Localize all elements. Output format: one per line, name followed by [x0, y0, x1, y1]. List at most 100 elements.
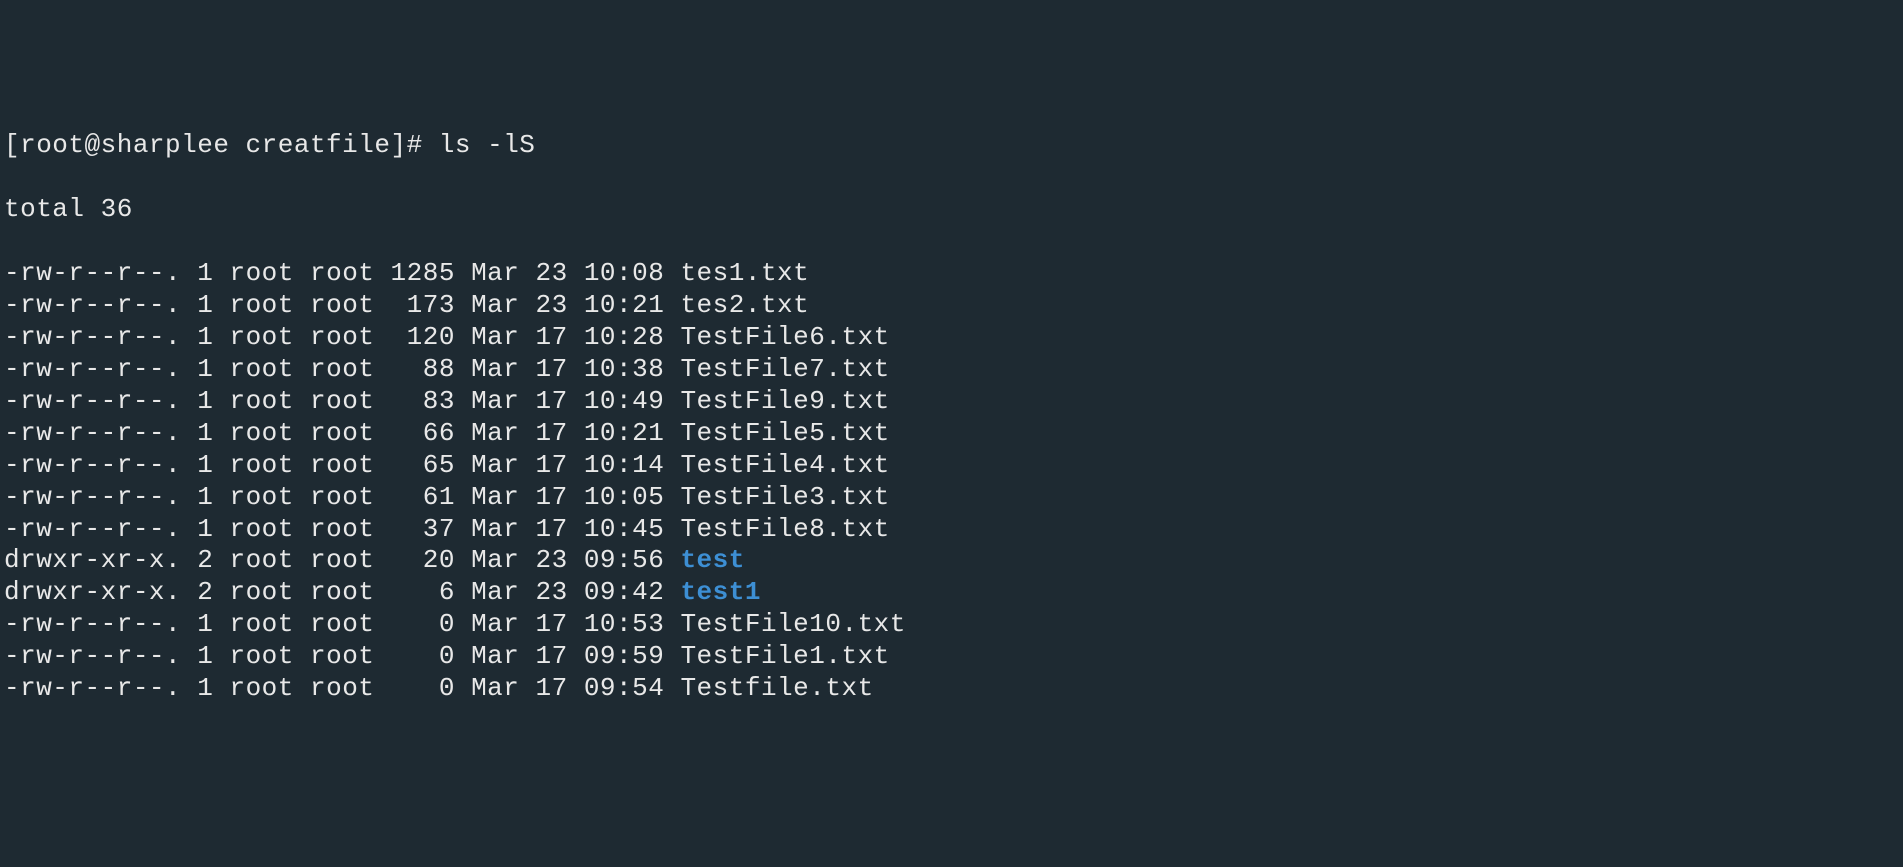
- month: Mar: [471, 482, 519, 512]
- time: 10:21: [584, 290, 665, 320]
- day: 23: [535, 258, 567, 288]
- group: root: [310, 258, 374, 288]
- perms: -rw-r--r--.: [4, 258, 181, 288]
- file-entry: drwxr-xr-x. 2 root root 20 Mar 23 09:56 …: [4, 545, 1899, 577]
- links: 2: [197, 577, 213, 607]
- file-entry: -rw-r--r--. 1 root root 66 Mar 17 10:21 …: [4, 418, 1899, 450]
- month: Mar: [471, 354, 519, 384]
- day: 17: [535, 322, 567, 352]
- links: 1: [197, 609, 213, 639]
- filename: TestFile4.txt: [680, 450, 889, 480]
- links: 1: [197, 450, 213, 480]
- month: Mar: [471, 258, 519, 288]
- terminal-prompt-line: [root@sharplee creatfile]# ls -lS: [4, 130, 1899, 162]
- perms: -rw-r--r--.: [4, 290, 181, 320]
- day: 17: [535, 450, 567, 480]
- owner: root: [229, 545, 293, 575]
- month: Mar: [471, 641, 519, 671]
- links: 1: [197, 514, 213, 544]
- filename: TestFile6.txt: [680, 322, 889, 352]
- file-entry: drwxr-xr-x. 2 root root 6 Mar 23 09:42 t…: [4, 577, 1899, 609]
- file-entry: -rw-r--r--. 1 root root 1285 Mar 23 10:0…: [4, 258, 1899, 290]
- group: root: [310, 514, 374, 544]
- group: root: [310, 290, 374, 320]
- group: root: [310, 354, 374, 384]
- size: 88: [391, 354, 455, 384]
- filename: TestFile10.txt: [680, 609, 905, 639]
- size: 0: [391, 641, 455, 671]
- size: 173: [391, 290, 455, 320]
- group: root: [310, 418, 374, 448]
- time: 10:38: [584, 354, 665, 384]
- owner: root: [229, 482, 293, 512]
- perms: -rw-r--r--.: [4, 609, 181, 639]
- month: Mar: [471, 322, 519, 352]
- month: Mar: [471, 290, 519, 320]
- file-entry: -rw-r--r--. 1 root root 65 Mar 17 10:14 …: [4, 450, 1899, 482]
- prompt-prefix: [root@sharplee creatfile]#: [4, 130, 439, 160]
- time: 09:42: [584, 577, 665, 607]
- links: 1: [197, 641, 213, 671]
- group: root: [310, 577, 374, 607]
- filename: TestFile9.txt: [680, 386, 889, 416]
- filename: tes2.txt: [680, 290, 809, 320]
- size: 20: [391, 545, 455, 575]
- time: 10:21: [584, 418, 665, 448]
- group: root: [310, 386, 374, 416]
- owner: root: [229, 418, 293, 448]
- month: Mar: [471, 609, 519, 639]
- month: Mar: [471, 386, 519, 416]
- time: 09:59: [584, 641, 665, 671]
- owner: root: [229, 322, 293, 352]
- filename: test1: [680, 577, 761, 607]
- links: 2: [197, 545, 213, 575]
- month: Mar: [471, 545, 519, 575]
- day: 17: [535, 641, 567, 671]
- file-listing: -rw-r--r--. 1 root root 1285 Mar 23 10:0…: [4, 258, 1899, 706]
- perms: -rw-r--r--.: [4, 322, 181, 352]
- time: 10:05: [584, 482, 665, 512]
- time: 10:28: [584, 322, 665, 352]
- perms: drwxr-xr-x.: [4, 577, 181, 607]
- owner: root: [229, 641, 293, 671]
- links: 1: [197, 258, 213, 288]
- links: 1: [197, 354, 213, 384]
- links: 1: [197, 290, 213, 320]
- owner: root: [229, 673, 293, 703]
- time: 10:14: [584, 450, 665, 480]
- day: 23: [535, 545, 567, 575]
- size: 120: [391, 322, 455, 352]
- filename: TestFile7.txt: [680, 354, 889, 384]
- day: 17: [535, 354, 567, 384]
- group: root: [310, 322, 374, 352]
- owner: root: [229, 290, 293, 320]
- filename: tes1.txt: [680, 258, 809, 288]
- filename: TestFile1.txt: [680, 641, 889, 671]
- owner: root: [229, 258, 293, 288]
- size: 65: [391, 450, 455, 480]
- total-line: total 36: [4, 194, 1899, 226]
- filename: TestFile5.txt: [680, 418, 889, 448]
- size: 1285: [391, 258, 455, 288]
- month: Mar: [471, 514, 519, 544]
- day: 17: [535, 418, 567, 448]
- perms: -rw-r--r--.: [4, 514, 181, 544]
- perms: -rw-r--r--.: [4, 354, 181, 384]
- file-entry: -rw-r--r--. 1 root root 120 Mar 17 10:28…: [4, 322, 1899, 354]
- owner: root: [229, 514, 293, 544]
- links: 1: [197, 322, 213, 352]
- owner: root: [229, 609, 293, 639]
- day: 17: [535, 673, 567, 703]
- links: 1: [197, 418, 213, 448]
- time: 10:45: [584, 514, 665, 544]
- time: 10:49: [584, 386, 665, 416]
- perms: -rw-r--r--.: [4, 673, 181, 703]
- day: 23: [535, 290, 567, 320]
- day: 17: [535, 482, 567, 512]
- perms: -rw-r--r--.: [4, 641, 181, 671]
- file-entry: -rw-r--r--. 1 root root 88 Mar 17 10:38 …: [4, 354, 1899, 386]
- size: 6: [391, 577, 455, 607]
- size: 37: [391, 514, 455, 544]
- perms: -rw-r--r--.: [4, 482, 181, 512]
- group: root: [310, 450, 374, 480]
